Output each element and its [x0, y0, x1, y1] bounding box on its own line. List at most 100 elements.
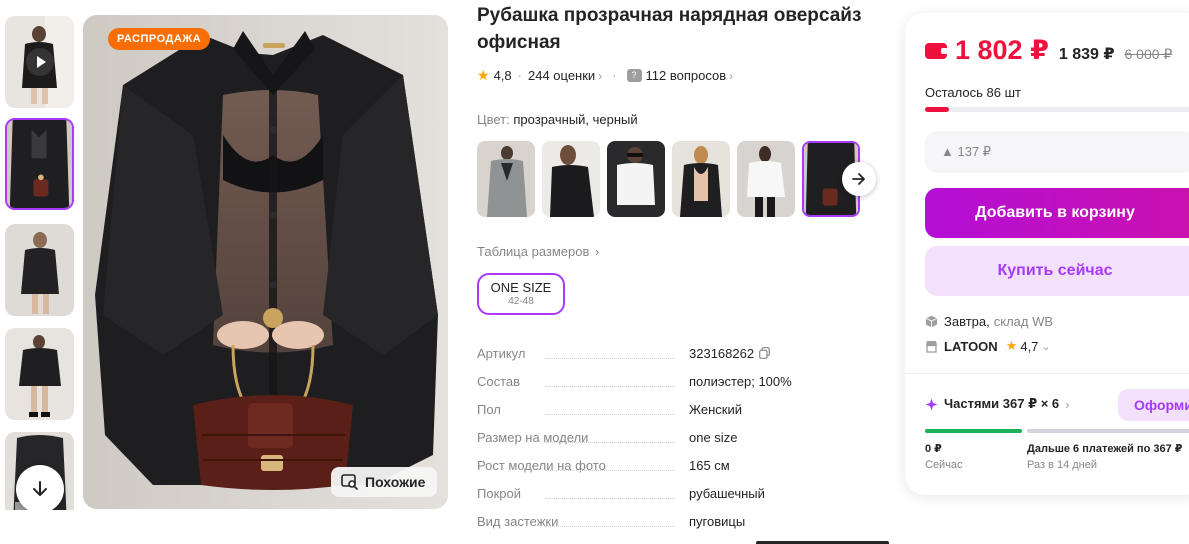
- next-payments: Дальше 6 платежей по 367 ₽ Раз в 14 дней: [1027, 442, 1182, 471]
- size-table-link[interactable]: Таблица размеров ›: [477, 244, 599, 259]
- next-payments-amount: Дальше 6 платежей по 367 ₽: [1027, 443, 1183, 455]
- next-payments-when: Раз в 14 дней: [1027, 459, 1098, 471]
- color-variants: [477, 141, 877, 217]
- divider: [905, 373, 1189, 374]
- thumbnail-4[interactable]: [5, 328, 74, 420]
- play-icon: [26, 48, 54, 76]
- color-variant-black-2[interactable]: [672, 141, 730, 217]
- stock-bar-fill: [925, 107, 950, 112]
- spec-key: Пол: [477, 402, 501, 417]
- installments-progress-remaining: [1027, 429, 1189, 433]
- arrow-down-icon: [33, 481, 47, 496]
- delivery-date: Завтра,: [944, 314, 990, 329]
- store-icon: [926, 340, 937, 353]
- installments-link[interactable]: Частями 367 ₽ × 6 ›: [925, 396, 1070, 412]
- sale-badge: РАСПРОДАЖА: [108, 28, 211, 50]
- spec-leader: [545, 526, 675, 527]
- variant-image: [672, 141, 730, 217]
- scroll-down-button[interactable]: [16, 465, 64, 510]
- add-to-cart-button[interactable]: Добавить в корзину: [925, 188, 1189, 238]
- spec-value: полиэстер; 100%: [689, 374, 792, 389]
- stock-label: Осталось 86 шт: [925, 85, 1021, 100]
- size-option-selected[interactable]: ONE SIZE 42-48: [477, 273, 565, 315]
- spec-value: one size: [689, 430, 738, 445]
- first-payment-amount: 0 ₽: [925, 443, 942, 455]
- chevron-down-icon: ⌄: [1041, 340, 1051, 353]
- spec-row: Покрой рубашечный: [477, 484, 887, 512]
- color-variant-white-2[interactable]: [737, 141, 795, 217]
- size-table-label: Таблица размеров: [477, 244, 590, 259]
- star-icon: ★: [1005, 338, 1018, 353]
- first-payment-when: Сейчас: [925, 459, 963, 471]
- article-number: 323168262: [689, 346, 755, 361]
- delivery-warehouse: склад WB: [993, 314, 1054, 329]
- arrow-right-icon: [852, 173, 865, 185]
- color-variant-grey[interactable]: [477, 141, 535, 217]
- spec-leader: [545, 386, 675, 387]
- variant-image: [737, 141, 795, 217]
- spec-leader: [545, 358, 675, 359]
- wallet-icon: [925, 42, 948, 59]
- thumbnail-3[interactable]: [5, 224, 74, 316]
- copy-icon[interactable]: [759, 347, 770, 359]
- thumbnail-video[interactable]: [5, 16, 74, 108]
- price-row: 1 802 ₽ 1 839 ₽ 6 000 ₽: [925, 35, 1172, 66]
- variant-image: [607, 141, 665, 217]
- price-wallet: 1 802 ₽: [955, 35, 1049, 65]
- thumbnail-strip: [4, 16, 76, 510]
- chevron-right-icon: ›: [1065, 396, 1070, 412]
- buy-now-button[interactable]: Купить сейчас: [925, 246, 1189, 296]
- rating-value: 4,8: [493, 68, 512, 83]
- spec-value: 323168262: [689, 346, 770, 361]
- questions-link[interactable]: 112 вопросов: [646, 68, 727, 83]
- spec-value: Женский: [689, 402, 742, 417]
- thumbnail-image: [7, 120, 72, 208]
- variant-image: [477, 141, 535, 217]
- thumbnail-image: [5, 224, 74, 316]
- installments-label: Частями 367 ₽ × 6: [944, 396, 1060, 411]
- box-icon: [925, 315, 938, 328]
- seller-name: LATOON: [944, 338, 998, 354]
- thumbnail-image: [5, 328, 74, 420]
- stock-bar: [925, 107, 1189, 112]
- reviews-link[interactable]: 244 оценки: [528, 68, 595, 83]
- installments-progress-paid: [925, 429, 1022, 433]
- similar-label: Похожие: [365, 474, 426, 490]
- color-variant-white-1[interactable]: [607, 141, 665, 217]
- price-history-box[interactable]: ▲ 137 ₽: [925, 131, 1189, 173]
- spec-key: Артикул: [477, 346, 526, 361]
- color-line: Цвет: прозрачный, черный: [477, 112, 638, 127]
- spec-leader: [545, 498, 675, 499]
- thumbnail-selected[interactable]: [5, 118, 74, 210]
- similar-button[interactable]: Похожие: [331, 467, 437, 497]
- separator-dot: ·: [517, 68, 522, 83]
- first-payment: 0 ₽ Сейчас: [925, 442, 963, 471]
- chevron-right-icon: ›: [729, 68, 734, 83]
- spec-key: Состав: [477, 374, 521, 389]
- color-variant-black-1[interactable]: [542, 141, 600, 217]
- spec-row: Рост модели на фото 165 см: [477, 456, 887, 484]
- delivery-info: Завтра, склад WB: [925, 314, 1053, 329]
- installments-button[interactable]: Оформи: [1118, 389, 1189, 421]
- installments-icon: [925, 398, 938, 410]
- separator-dot: ·: [612, 68, 617, 83]
- spec-key: Покрой: [477, 486, 521, 501]
- spec-value: 165 см: [689, 458, 730, 473]
- seller-link[interactable]: LATOON ★ 4,7 ⌄: [925, 338, 1051, 354]
- spec-leader: [545, 470, 675, 471]
- color-label: Цвет:: [477, 112, 510, 127]
- spec-row: Артикул 323168262: [477, 344, 887, 372]
- size-range: 42-48: [508, 296, 534, 307]
- price-regular: 1 839 ₽: [1058, 46, 1115, 63]
- spec-row: Вид застежки пуговицы: [477, 512, 887, 540]
- variant-image: [542, 141, 600, 217]
- price-old: 6 000 ₽: [1124, 46, 1173, 62]
- specs-table: Артикул 323168262 Состав полиэстер; 100%…: [477, 344, 887, 540]
- spec-leader: [545, 442, 675, 443]
- star-icon: ★: [477, 67, 490, 83]
- colors-next-button[interactable]: [842, 162, 876, 196]
- color-value: прозрачный, черный: [513, 112, 638, 127]
- rating-row: ★ 4,8 · 244 оценки › · ? 112 вопросов ›: [477, 67, 733, 84]
- spec-row: Размер на модели one size: [477, 428, 887, 456]
- main-product-photo[interactable]: РАСПРОДАЖА Похожие: [83, 15, 448, 509]
